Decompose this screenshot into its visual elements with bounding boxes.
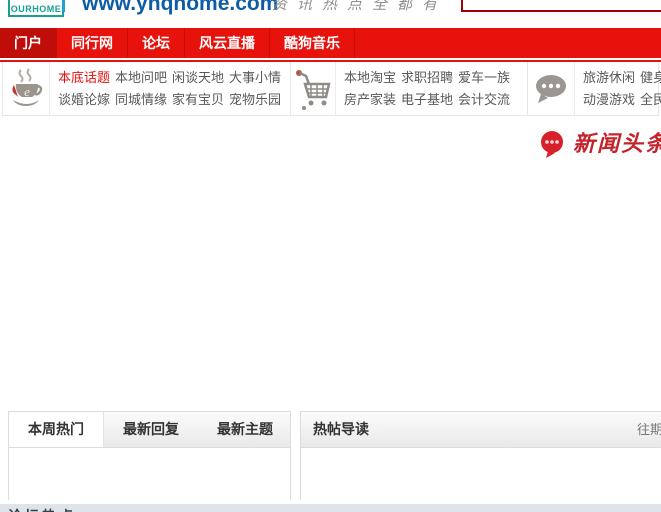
- tab-latest-replies[interactable]: 最新回复: [104, 412, 198, 447]
- hot-posts-panel: 热帖导读 往期: [300, 411, 661, 501]
- logo-text: OURHOME: [10, 4, 62, 14]
- quick-link[interactable]: 本地淘宝: [344, 67, 401, 89]
- past-issues-link[interactable]: 往期: [637, 412, 661, 447]
- quick-link[interactable]: 同城情缘: [115, 89, 172, 111]
- header-ad-box: [461, 0, 661, 12]
- quick-link[interactable]: 动漫游戏: [583, 89, 640, 111]
- quick-link[interactable]: 爱车一族: [458, 67, 515, 89]
- link-group-community: e 本底话题 本地问吧 闲谈天地 大事小情 谈婚论嫁 同城情缘 家有宝贝 宠物乐园: [3, 62, 290, 115]
- site-logo[interactable]: OURHOME: [8, 0, 64, 17]
- quick-link[interactable]: 宠物乐园: [229, 89, 286, 111]
- site-domain[interactable]: www.yhqhome.com: [82, 0, 278, 15]
- hot-posts-header: 热帖导读 往期: [301, 412, 661, 448]
- quick-links-strip: e 本底话题 本地问吧 闲谈天地 大事小情 谈婚论嫁 同城情缘 家有宝贝 宠物乐园: [2, 62, 661, 116]
- logo-accent-bar: [62, 0, 65, 12]
- quick-link[interactable]: 闲谈天地: [172, 67, 229, 89]
- nav-item-live[interactable]: 风云直播: [185, 28, 270, 58]
- hot-posts-body: [301, 448, 661, 501]
- quick-link[interactable]: 房产家装: [344, 89, 401, 111]
- quick-link[interactable]: 谈婚论嫁: [58, 89, 115, 111]
- quick-link[interactable]: 大事小情: [229, 67, 286, 89]
- news-bubble-icon: [541, 131, 563, 158]
- tab-weekly-hot[interactable]: 本周热门: [9, 412, 104, 447]
- link-group-market: 本地淘宝 求职招聘 爱车一族 房产家装 电子基地 会计交流: [291, 62, 519, 115]
- nav-item-peer-site[interactable]: 同行网: [57, 28, 128, 58]
- quick-link[interactable]: 家有宝贝: [172, 89, 229, 111]
- link-group-leisure: 旅游休闲 健身 动漫游戏 全民: [528, 62, 661, 115]
- quick-link[interactable]: 会计交流: [458, 89, 515, 111]
- quick-link[interactable]: 电子基地: [401, 89, 458, 111]
- quick-link[interactable]: 求职招聘: [401, 67, 458, 89]
- quick-link[interactable]: 旅游休闲: [583, 67, 640, 89]
- bottom-section-strip: 论坛热点: [0, 504, 661, 512]
- shopping-cart-icon: [291, 62, 336, 115]
- hot-topics-body: [9, 448, 290, 501]
- site-header: OURHOME www.yhqhome.com 资讯热点全都有: [0, 0, 661, 28]
- news-headline-banner[interactable]: 新闻头条: [538, 128, 661, 160]
- nav-item-music[interactable]: 酷狗音乐: [270, 28, 355, 58]
- news-headline-title: 新闻头条: [573, 131, 661, 157]
- quick-link[interactable]: 本底话题: [58, 67, 115, 89]
- tab-latest-threads[interactable]: 最新主题: [198, 412, 292, 447]
- quick-link[interactable]: 健身: [640, 67, 661, 89]
- hot-topics-tabbar: 本周热门 最新回复 最新主题: [9, 412, 290, 448]
- chat-bubble-icon: [528, 62, 575, 115]
- hot-posts-title: 热帖导读: [313, 421, 369, 437]
- site-slogan: 资讯热点全都有: [272, 0, 448, 13]
- quick-link[interactable]: 全民: [640, 89, 661, 111]
- svg-text:e: e: [24, 84, 30, 99]
- nav-item-forum[interactable]: 论坛: [128, 28, 185, 58]
- coffee-cup-icon: e: [3, 62, 50, 115]
- nav-item-portal[interactable]: 门户: [0, 28, 57, 58]
- main-nav: 门户 同行网 论坛 风云直播 酷狗音乐: [0, 28, 661, 58]
- bottom-section-heading: 论坛热点: [8, 506, 76, 512]
- hot-topics-panel: 本周热门 最新回复 最新主题: [8, 411, 291, 501]
- quick-link[interactable]: 本地问吧: [115, 67, 172, 89]
